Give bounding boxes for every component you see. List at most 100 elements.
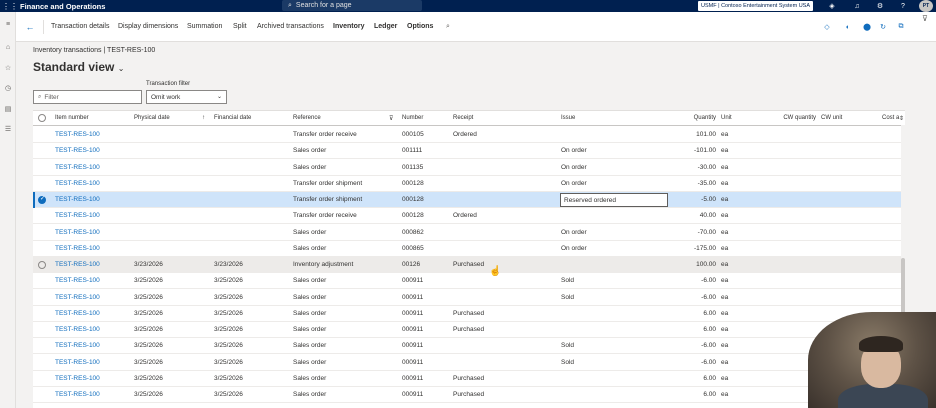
item-number-link[interactable]: TEST-RES-100 (55, 375, 100, 382)
hamburger-menu-icon[interactable]: ≡ (0, 18, 16, 30)
office-icon[interactable]: ◐ (842, 20, 854, 34)
chevron-down-icon: ⌄ (117, 64, 125, 73)
item-number-link[interactable]: TEST-RES-100 (55, 326, 100, 333)
table-row[interactable]: TEST-RES-100 3/25/2026 3/25/2026 Sales orde… (33, 305, 905, 322)
quantity-cell: -6.00 (701, 293, 716, 301)
transaction-filter-select[interactable]: Omit work ⌄ (146, 90, 227, 104)
inventory-menu[interactable]: Inventory (333, 23, 365, 30)
item-number-link[interactable]: TEST-RES-100 (55, 212, 100, 219)
table-row[interactable]: TEST-RES-100 Sales order 001135 On order -30… (33, 159, 905, 176)
modules-list-icon[interactable]: ☰ (0, 123, 16, 135)
summation-button[interactable]: Summation (187, 23, 222, 30)
attachments-icon[interactable]: ⬤ (861, 20, 873, 34)
unit-cell: ea (721, 309, 729, 317)
number-cell: 000865 (402, 244, 424, 252)
physical-date-cell: 3/25/2026 (134, 391, 163, 398)
refresh-icon[interactable]: ↻ (877, 20, 889, 34)
item-number-link[interactable]: TEST-RES-100 (55, 164, 100, 171)
col-receipt[interactable]: Receipt (453, 115, 473, 121)
favorites-star-icon[interactable]: ☆ (0, 62, 16, 74)
home-icon[interactable]: ⌂ (0, 41, 16, 53)
page-title[interactable]: Standard view ⌄ (33, 60, 124, 74)
col-cw-unit[interactable]: CW unit (821, 115, 842, 121)
notifications-icon[interactable]: ♫ (851, 0, 863, 12)
item-number-link[interactable]: TEST-RES-100 (55, 359, 100, 366)
power-apps-icon[interactable]: ◇ (821, 20, 833, 34)
col-unit[interactable]: Unit (721, 115, 732, 121)
split-button[interactable]: Split (233, 23, 247, 30)
table-row[interactable]: TEST-RES-100 3/25/2026 3/25/2026 Sales orde… (33, 354, 905, 371)
item-number-link[interactable]: TEST-RES-100 (55, 391, 100, 398)
table-row[interactable]: TEST-RES-100 Sales order 000862 On order -70… (33, 224, 905, 241)
item-number-link[interactable]: TEST-RES-100 (55, 261, 100, 268)
column-more-icon[interactable]: ⇕ (899, 115, 904, 122)
table-row[interactable]: TEST-RES-100 3/25/2026 3/25/2026 Sales orde… (33, 338, 905, 355)
select-all-checkbox[interactable] (38, 114, 46, 122)
options-menu[interactable]: Options (407, 23, 433, 30)
reference-cell: Transfer order receive (293, 131, 357, 138)
quantity-cell: -70.00 (697, 228, 716, 236)
user-avatar[interactable]: PT (919, 0, 933, 12)
recent-clock-icon[interactable]: ◷ (0, 82, 16, 94)
item-number-link[interactable]: TEST-RES-100 (55, 342, 100, 349)
col-physical-date[interactable]: Physical date (134, 115, 170, 121)
receipt-cell: Ordered (453, 131, 477, 138)
col-financial-date[interactable]: Financial date (214, 115, 251, 121)
financial-date-cell: 3/25/2026 (214, 342, 243, 350)
app-title[interactable]: Finance and Operations (20, 2, 105, 11)
table-row[interactable]: TEST-RES-100 Sales order 000865 On order -17… (33, 240, 905, 257)
item-number-link[interactable]: TEST-RES-100 (55, 310, 100, 317)
physical-date-cell: 3/25/2026 (134, 293, 163, 301)
item-number-link[interactable]: TEST-RES-100 (55, 147, 100, 154)
issue-cell: On order (561, 244, 587, 252)
item-number-link[interactable]: TEST-RES-100 (55, 229, 100, 236)
issue-cell-editor[interactable]: Reserved ordered (560, 193, 668, 207)
number-cell: 001111 (402, 147, 423, 155)
item-number-link[interactable]: TEST-RES-100 (55, 180, 100, 187)
table-row[interactable]: TEST-RES-100 Transfer order receive 000105… (33, 127, 905, 143)
table-row[interactable]: TEST-RES-100 3/25/2026 3/25/2026 Sales orde… (33, 387, 905, 403)
item-number-link[interactable]: TEST-RES-100 (55, 245, 100, 252)
col-number[interactable]: Number (402, 115, 423, 121)
table-row[interactable]: TEST-RES-100 3/25/2026 3/25/2026 Sales orde… (33, 370, 905, 387)
table-row[interactable]: TEST-RES-100 3/23/2026 3/23/2026 Inventory … (33, 257, 905, 273)
item-number-link[interactable]: TEST-RES-100 (55, 131, 100, 138)
quantity-cell: -6.00 (701, 277, 716, 285)
app-launcher-icon[interactable]: ⋮⋮ (0, 0, 20, 12)
col-issue[interactable]: Issue (561, 115, 575, 121)
item-number-link[interactable]: TEST-RES-100 (55, 277, 100, 284)
table-row[interactable]: TEST-RES-100 Transfer order receive 000128… (33, 208, 905, 225)
number-cell: 001135 (402, 163, 424, 171)
company-picker[interactable]: USMF | Contoso Entertainment System USA (698, 1, 814, 11)
col-cw-quantity[interactable]: CW quantity (768, 115, 816, 121)
copilot-icon[interactable]: ◈ (826, 0, 838, 12)
column-filter-icon[interactable]: ⊽ (389, 115, 393, 122)
ledger-menu[interactable]: Ledger (374, 23, 397, 30)
table-row[interactable]: TEST-RES-100 3/25/2026 3/25/2026 Sales orde… (33, 322, 905, 338)
action-search-icon[interactable]: ⌕ (446, 23, 450, 31)
row-select-checkbox[interactable] (38, 261, 46, 269)
archived-transactions-button[interactable]: Archived transactions (257, 23, 324, 30)
table-row[interactable]: TEST-RES-100 Transfer order shipment 00012… (33, 192, 905, 208)
col-reference[interactable]: Reference (293, 115, 321, 121)
open-new-window-icon[interactable]: ⧉ (895, 20, 907, 34)
transaction-details-button[interactable]: Transaction details (51, 23, 110, 30)
settings-gear-icon[interactable]: ⚙ (874, 0, 886, 12)
item-number-link[interactable]: TEST-RES-100 (55, 196, 100, 203)
item-number-link[interactable]: TEST-RES-100 (55, 294, 100, 301)
page-search[interactable]: ⌕ Search for a page (282, 0, 422, 11)
filter-pane-icon[interactable]: ⊽ (922, 14, 928, 23)
table-row[interactable]: TEST-RES-100 Transfer order shipment 00012… (33, 175, 905, 192)
col-item-number[interactable]: Item number (55, 115, 89, 121)
display-dimensions-button[interactable]: Display dimensions (118, 23, 178, 30)
table-row[interactable]: TEST-RES-100 3/25/2026 3/25/2026 Sales orde… (33, 273, 905, 290)
workspaces-icon[interactable]: ▤ (0, 103, 16, 115)
back-arrow-icon[interactable]: ← (20, 20, 40, 34)
table-row[interactable]: TEST-RES-100 3/25/2026 3/25/2026 Sales orde… (33, 289, 905, 306)
help-icon[interactable]: ? (897, 0, 909, 12)
row-select-checkbox[interactable] (38, 195, 46, 204)
col-cost-amount[interactable]: Cost a (882, 115, 899, 121)
table-row[interactable]: TEST-RES-100 Sales order 001111 On order -10… (33, 143, 905, 160)
filter-input[interactable]: ⌕ Filter (33, 90, 142, 104)
col-quantity[interactable]: Quantity (673, 115, 716, 121)
